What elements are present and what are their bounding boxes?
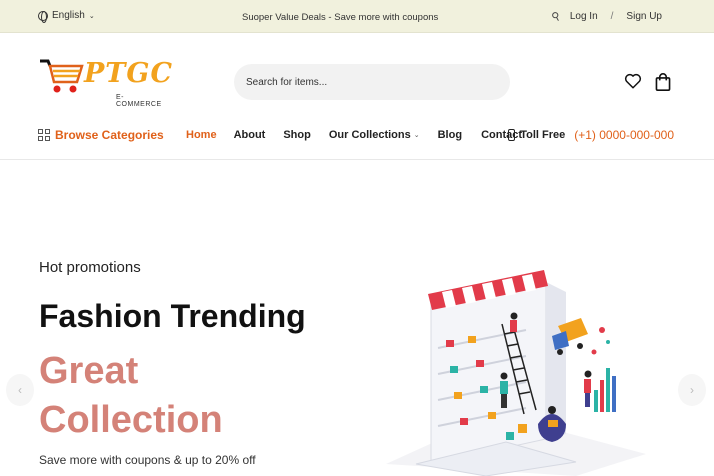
search-bar bbox=[234, 64, 510, 100]
shopping-bag-icon[interactable] bbox=[654, 72, 672, 92]
nav-item-shop[interactable]: Shop bbox=[283, 129, 311, 141]
promo-text: Suoper Value Deals - Save more with coup… bbox=[242, 12, 439, 22]
shop-storefront-illustration bbox=[386, 270, 646, 476]
language-selector[interactable]: English ⌄ bbox=[38, 10, 95, 23]
site-logo[interactable]: PTGC E-COMMERCE bbox=[38, 58, 172, 108]
phone-icon bbox=[508, 129, 516, 141]
nav-item-collections-label: Our Collections bbox=[328, 129, 411, 141]
bar-graph bbox=[594, 368, 616, 412]
heart-icon[interactable] bbox=[624, 72, 642, 90]
chevron-down-icon: ⌄ bbox=[413, 132, 420, 139]
site-header: PTGC E-COMMERCE bbox=[0, 34, 714, 128]
toll-free-label: Toll Free bbox=[520, 129, 566, 141]
chevron-right-icon[interactable]: › bbox=[678, 374, 706, 406]
nav-item-home[interactable]: Home bbox=[186, 129, 217, 141]
hero-kicker: Hot promotions bbox=[39, 259, 141, 276]
auth-links: ⚲ Log In / Sign Up bbox=[549, 9, 662, 25]
main-navigation: Browse Categories Home About Shop Our Co… bbox=[0, 118, 714, 160]
login-link[interactable]: Log In bbox=[570, 11, 598, 22]
hero-subtext: Save more with coupons & up to 20% off bbox=[39, 453, 256, 467]
nav-item-blog[interactable]: Blog bbox=[438, 129, 462, 141]
top-bar: English ⌄ Suoper Value Deals - Save more… bbox=[0, 0, 714, 33]
nav-menu: Home About Shop Our Collections ⌄ Blog C… bbox=[186, 129, 522, 141]
auth-separator: / bbox=[610, 11, 614, 22]
language-label: English bbox=[52, 10, 85, 21]
hero-accent-line-1: Great bbox=[39, 350, 139, 392]
chevron-down-icon: ⌄ bbox=[88, 12, 95, 20]
toll-free-contact[interactable]: Toll Free (+1) 0000-000-000 bbox=[508, 128, 674, 142]
toll-free-number: (+1) 0000-000-000 bbox=[574, 128, 674, 142]
logo-brand: PTGC bbox=[84, 58, 173, 89]
hero-banner: ‹ Hot promotions Fashion Trending Great … bbox=[0, 160, 714, 476]
browse-categories-label: Browse Categories bbox=[55, 128, 164, 142]
hero-headline: Fashion Trending bbox=[39, 298, 306, 334]
nav-item-collections[interactable]: Our Collections ⌄ bbox=[329, 129, 420, 141]
hero-accent-line-2: Collection bbox=[39, 399, 223, 441]
logo-subtitle: E-COMMERCE bbox=[116, 94, 162, 108]
cart-logo-icon bbox=[40, 59, 84, 93]
grid-icon bbox=[38, 129, 50, 141]
globe-icon bbox=[38, 10, 48, 23]
nav-item-about[interactable]: About bbox=[234, 129, 266, 141]
browse-categories-button[interactable]: Browse Categories bbox=[38, 128, 164, 142]
chevron-left-icon[interactable]: ‹ bbox=[6, 374, 34, 406]
signup-link[interactable]: Sign Up bbox=[626, 11, 662, 22]
key-icon: ⚲ bbox=[549, 9, 563, 25]
search-input[interactable] bbox=[234, 64, 510, 100]
